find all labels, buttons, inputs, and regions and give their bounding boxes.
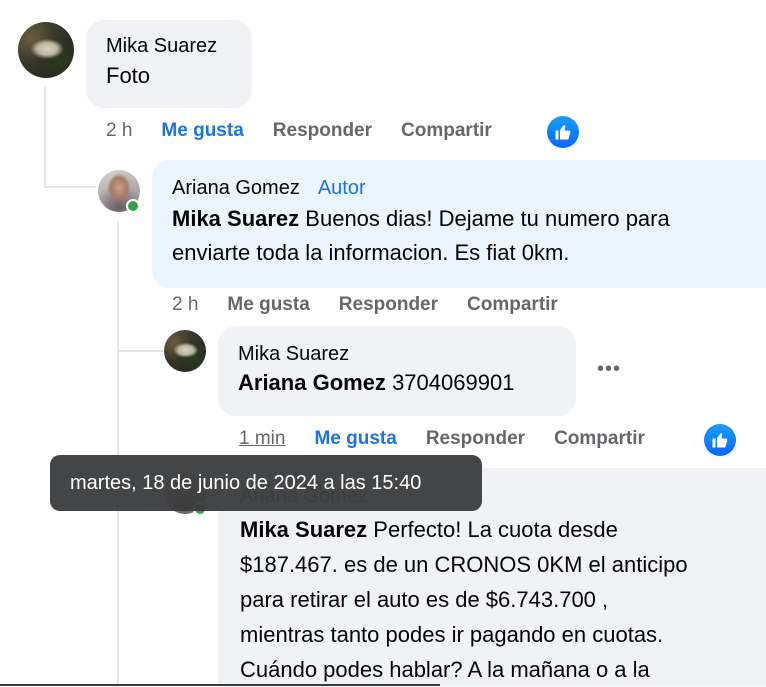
online-status-dot bbox=[126, 199, 140, 213]
comment-author[interactable]: Mika Suarez bbox=[238, 342, 556, 366]
comment-author[interactable]: Mika Suarez bbox=[106, 34, 232, 58]
avatar-mika[interactable] bbox=[18, 22, 74, 78]
comment-text-line-4: mientras tanto podes ir pagando en cuota… bbox=[240, 622, 664, 647]
comment-text: Ariana Gomez 3704069901 bbox=[238, 366, 556, 400]
reply-button[interactable]: Responder bbox=[339, 294, 438, 316]
comment-header: Ariana Gomez Autor bbox=[172, 176, 762, 200]
comment-text: Mika Suarez Perfecto! La cuota desde $18… bbox=[240, 512, 746, 687]
comment-text-line-1: Perfecto! La cuota desde bbox=[373, 517, 618, 542]
comment-bubble-3: Mika Suarez Ariana Gomez 3704069901 bbox=[218, 326, 576, 416]
mention-link[interactable]: Ariana Gomez bbox=[238, 370, 386, 395]
comment-time[interactable]: 2 h bbox=[172, 294, 198, 316]
avatar-mika[interactable] bbox=[164, 330, 206, 372]
author-badge: Autor bbox=[317, 177, 366, 199]
mention-link[interactable]: Mika Suarez bbox=[240, 517, 367, 542]
avatar-image bbox=[164, 330, 206, 372]
thumbs-up-icon bbox=[712, 433, 728, 448]
share-button[interactable]: Compartir bbox=[401, 120, 492, 142]
comment-author[interactable]: Ariana Gomez bbox=[172, 176, 300, 200]
comment-time[interactable]: 1 min bbox=[239, 428, 285, 450]
timestamp-tooltip: martes, 18 de junio de 2024 a las 15:40 bbox=[50, 455, 482, 511]
like-button[interactable]: Me gusta bbox=[314, 428, 396, 450]
comment-time[interactable]: 2 h bbox=[106, 120, 132, 142]
comment-text-line-1: Buenos dias! Dejame tu numero para bbox=[305, 206, 670, 231]
like-reaction-icon[interactable] bbox=[547, 116, 579, 148]
reply-button[interactable]: Responder bbox=[273, 120, 372, 142]
like-button[interactable]: Me gusta bbox=[227, 294, 309, 316]
like-reaction-icon[interactable] bbox=[704, 424, 736, 456]
like-button[interactable]: Me gusta bbox=[161, 120, 243, 142]
comment-text-line-2: $187.467. es de un CRONOS 0KM el anticip… bbox=[240, 552, 688, 577]
comment-actions-2: 2 h Me gusta Responder Compartir bbox=[172, 294, 587, 316]
comment-text-line-2: enviarte toda la informacion. Es fiat 0k… bbox=[172, 240, 570, 265]
avatar-image bbox=[18, 22, 74, 78]
thread-line-1 bbox=[44, 86, 46, 186]
thumbs-up-icon bbox=[555, 125, 571, 140]
more-options-button[interactable]: ••• bbox=[597, 358, 621, 381]
mention-link[interactable]: Mika Suarez bbox=[172, 206, 299, 231]
thread-line-1-curve bbox=[44, 186, 96, 188]
comment-bubble-2: Ariana Gomez Autor Mika Suarez Buenos di… bbox=[152, 160, 766, 288]
thread-line-2-curve bbox=[117, 350, 163, 352]
comment-bubble-1: Mika Suarez Foto bbox=[86, 20, 252, 108]
thread-line-2 bbox=[117, 222, 119, 686]
share-button[interactable]: Compartir bbox=[467, 294, 558, 316]
comment-text: Foto bbox=[106, 63, 151, 88]
reply-button[interactable]: Responder bbox=[426, 428, 525, 450]
share-button[interactable]: Compartir bbox=[554, 428, 645, 450]
comment-text-line-5: Cuándo podes hablar? A la mañana o a la bbox=[240, 657, 650, 682]
comment-text: Mika Suarez Buenos dias! Dejame tu numer… bbox=[172, 202, 762, 270]
comment-actions-3: 1 min Me gusta Responder Compartir bbox=[239, 428, 674, 450]
comment-text-body: 3704069901 bbox=[392, 370, 515, 395]
comment-actions-1: 2 h Me gusta Responder Compartir bbox=[106, 120, 521, 142]
comment-text-line-3: para retirar el auto es de $6.743.700 , bbox=[240, 587, 609, 612]
